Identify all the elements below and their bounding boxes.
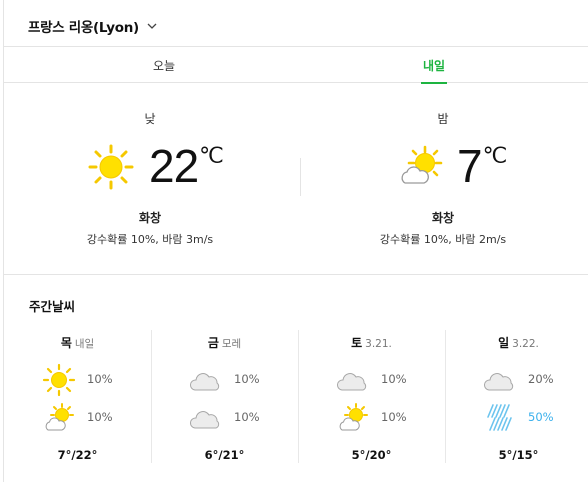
- rain-chance: 10%: [234, 410, 260, 424]
- sun-icon: [42, 363, 76, 397]
- weekly-day-column[interactable]: 일 3.22. 20% 50% 5°/15°: [445, 326, 588, 466]
- weather-widget: 프랑스 리옹(Lyon) 오늘 내일 낮 22℃ 화창 강수확률 10%, 바람…: [3, 0, 588, 482]
- cloud-icon: [483, 373, 514, 391]
- temp-range: 6°/21°: [204, 448, 245, 462]
- weekday-header: 토 3.21.: [298, 334, 445, 351]
- weekday-name: 금: [207, 336, 219, 350]
- rain-chance: 10%: [234, 372, 260, 386]
- day-temperature: 22℃: [149, 139, 224, 193]
- day-forecast: 낮 22℃ 화창 강수확률 10%, 바람 3m/s: [4, 83, 296, 274]
- location-name: 프랑스 리옹(Lyon): [28, 20, 139, 36]
- rain-chance: 10%: [381, 372, 407, 386]
- pm-forecast: 10%: [4, 401, 151, 435]
- weekday-date: 3.22.: [512, 338, 539, 350]
- am-forecast: 10%: [4, 363, 151, 397]
- rain-icon: [487, 404, 512, 431]
- day-tabs: 오늘 내일: [4, 46, 588, 84]
- weekly-day-column[interactable]: 토 3.21. 10% 10% 5°/20°: [298, 326, 445, 466]
- temp-range: 7°/22°: [57, 448, 98, 462]
- weekday-header: 금 모레: [151, 334, 298, 351]
- day-condition: 화창: [138, 211, 162, 225]
- weekday-date: 내일: [74, 338, 95, 350]
- night-details: 강수확률 10%, 바람 2m/s: [379, 233, 507, 246]
- night-temperature: 7℃: [457, 139, 507, 193]
- sun-cloud-icon: [339, 403, 368, 431]
- rain-chance: 50%: [528, 410, 554, 424]
- tab-tomorrow-label: 내일: [422, 58, 446, 73]
- rain-chance: 10%: [87, 410, 113, 424]
- sun-icon: [88, 144, 134, 190]
- weekday-header: 목 내일: [4, 334, 151, 351]
- am-forecast: 20%: [445, 363, 588, 397]
- weekday-name: 목: [60, 336, 72, 350]
- pm-forecast: 10%: [298, 401, 445, 435]
- weekday-name: 일: [498, 336, 510, 350]
- location-selector[interactable]: 프랑스 리옹(Lyon): [28, 15, 158, 37]
- weekly-title: 주간날씨: [29, 299, 76, 314]
- night-forecast: 밤 7℃ 화창 강수확률 10%, 바람 2m/s: [297, 83, 588, 274]
- sun-cloud-icon: [45, 403, 74, 431]
- temp-range: 5°/20°: [351, 448, 392, 462]
- temp-range: 5°/15°: [498, 448, 539, 462]
- cloud-icon: [189, 373, 220, 391]
- weekday-name: 토: [351, 336, 363, 350]
- sun-cloud-icon: [401, 145, 443, 184]
- period-label: 낮: [144, 112, 156, 126]
- temp-unit: ℃: [482, 143, 508, 168]
- section-divider: [4, 274, 588, 275]
- rain-chance: 10%: [87, 372, 113, 386]
- temp-unit: ℃: [199, 143, 224, 168]
- tab-today-label: 오늘: [152, 58, 176, 73]
- period-label: 밤: [437, 112, 449, 126]
- night-temp-value: 7: [457, 140, 483, 192]
- weekday-date: 모레: [221, 338, 242, 350]
- pm-forecast: 50%: [445, 401, 588, 435]
- chevron-down-icon: [147, 23, 157, 29]
- weekly-day-column[interactable]: 목 내일 10% 10% 7°/22°: [4, 326, 151, 466]
- day-temp-value: 22: [149, 140, 199, 192]
- night-condition: 화창: [431, 211, 455, 225]
- rain-chance: 20%: [528, 372, 554, 386]
- am-forecast: 10%: [151, 363, 298, 397]
- tab-tomorrow[interactable]: 내일: [404, 47, 464, 84]
- weekday-date: 3.21.: [365, 338, 392, 350]
- am-forecast: 10%: [298, 363, 445, 397]
- tab-today[interactable]: 오늘: [134, 47, 194, 83]
- cloud-icon: [189, 411, 220, 429]
- weekday-header: 일 3.22.: [445, 334, 588, 351]
- weekly-day-column[interactable]: 금 모레 10% 10% 6°/21°: [151, 326, 298, 466]
- day-details: 강수확률 10%, 바람 3m/s: [86, 233, 214, 246]
- cloud-icon: [336, 373, 367, 391]
- pm-forecast: 10%: [151, 401, 298, 435]
- rain-chance: 10%: [381, 410, 407, 424]
